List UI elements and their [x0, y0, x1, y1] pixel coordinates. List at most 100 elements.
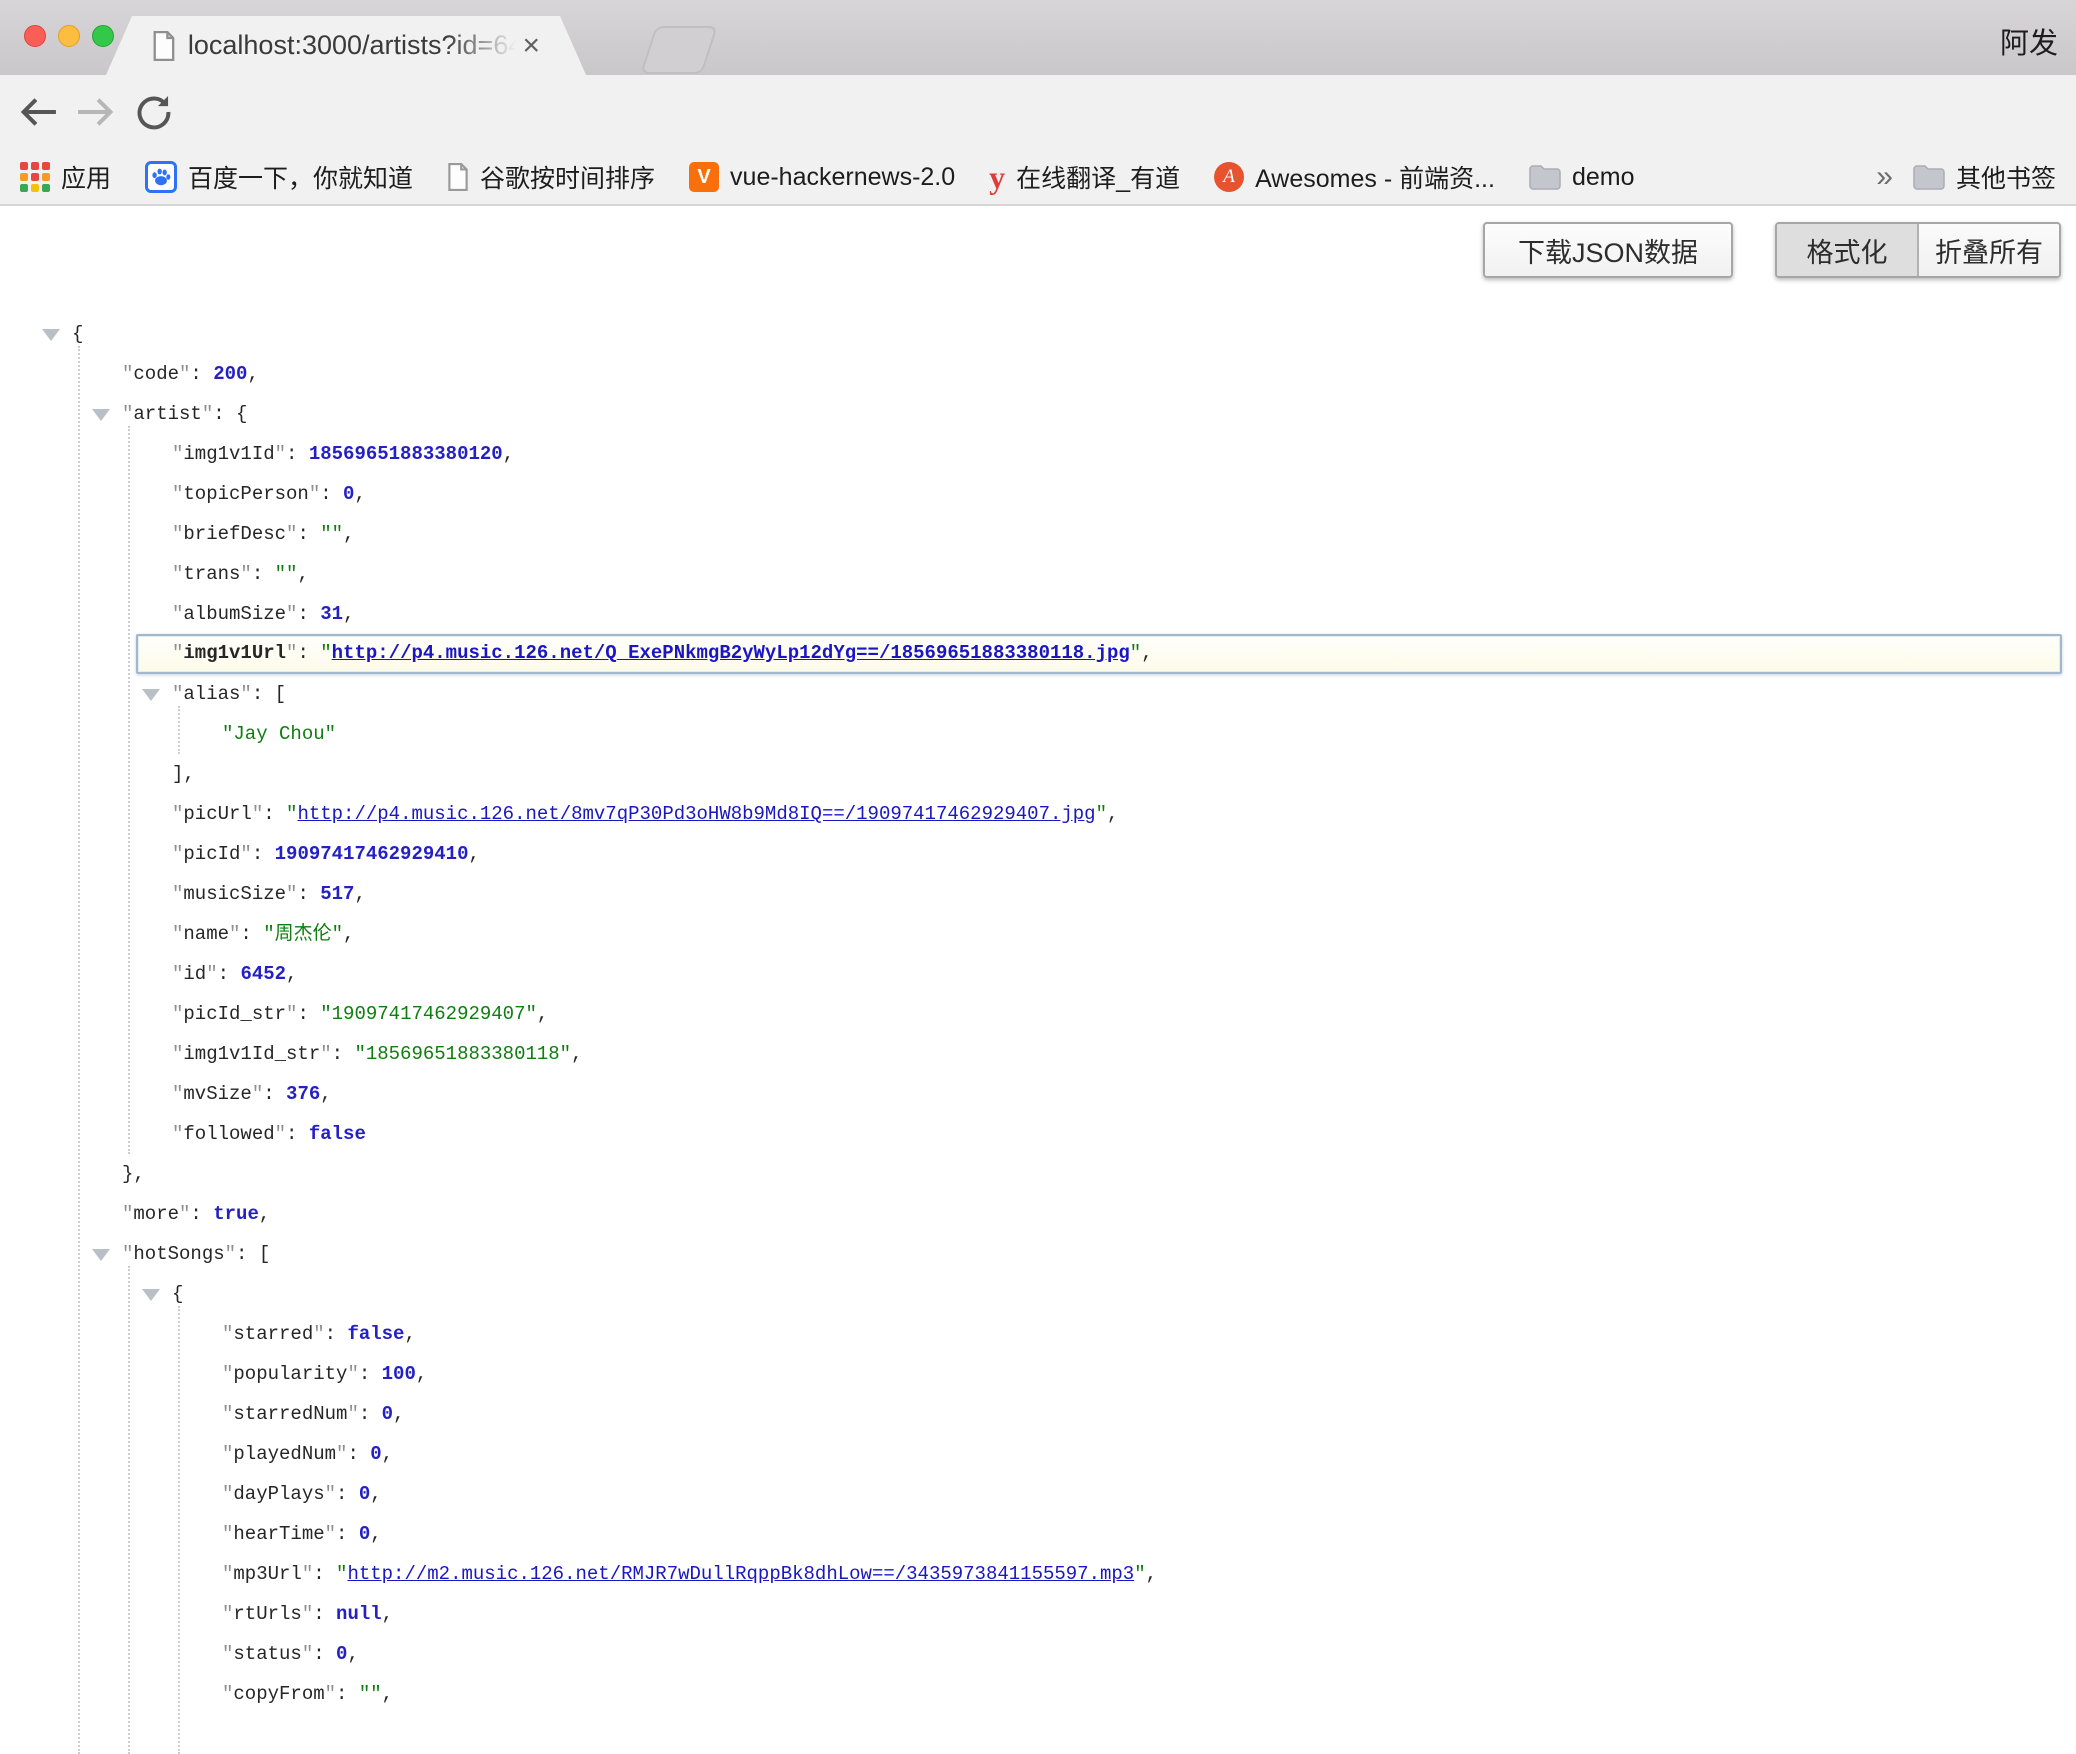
json-row: }, [0, 1154, 2076, 1194]
bookmark-label: Awesomes - 前端资... [1255, 159, 1495, 195]
json-string-value: "" [320, 523, 343, 545]
json-key: followed [183, 1123, 274, 1145]
json-row: "alias": [ [0, 674, 2076, 714]
navigation-toolbar: localhost:3000/artists?id=6452 ☆ 英en FE [0, 75, 2076, 150]
json-row: "picId": 19097417462929410, [0, 834, 2076, 874]
page-icon [447, 163, 469, 191]
titlebar: localhost:3000/artists?id=645 × 阿发 [0, 0, 2076, 75]
json-key: code [133, 363, 179, 385]
bookmark-item[interactable]: 百度一下，你就知道 [145, 159, 413, 195]
json-row: "more": true, [0, 1194, 2076, 1234]
apps-grid-icon [20, 162, 50, 192]
json-row: "playedNum": 0, [0, 1434, 2076, 1474]
json-number-value: false [309, 1123, 366, 1145]
awesomes-a-icon: A [1214, 162, 1244, 192]
new-tab-button[interactable] [640, 26, 718, 74]
json-row: "copyFrom": "", [0, 1674, 2076, 1714]
json-key: starredNum [233, 1403, 347, 1425]
json-number-value: 19097417462929410 [275, 843, 469, 865]
json-string-value: "Jay Chou" [222, 723, 336, 745]
json-row: "starredNum": 0, [0, 1394, 2076, 1434]
browser-tab[interactable]: localhost:3000/artists?id=645 × [106, 16, 586, 75]
json-row: "hearTime": 0, [0, 1514, 2076, 1554]
json-key: status [233, 1643, 301, 1665]
json-key: dayPlays [233, 1483, 324, 1505]
bookmarks-bar: 应用 百度一下，你就知道 谷歌按时间排序 Vvue-hackernews-2.0 y… [0, 150, 2076, 206]
json-string-value: "周杰伦" [263, 923, 343, 945]
json-number-value: 100 [382, 1363, 416, 1385]
bookmark-item[interactable]: A Awesomes - 前端资... [1214, 159, 1495, 195]
json-number-value: 0 [359, 1483, 370, 1505]
json-string-value: "18569651883380118" [354, 1043, 571, 1065]
minimize-window-button[interactable] [58, 25, 80, 47]
bookmark-label: 在线翻译_有道 [1016, 159, 1180, 195]
json-key: hearTime [233, 1523, 324, 1545]
json-row: "mp3Url": "http://m2.music.126.net/RMJR7… [0, 1554, 2076, 1594]
json-url-link[interactable]: http://m2.music.126.net/RMJR7wDullRqppBk… [347, 1563, 1134, 1585]
json-row: "rtUrls": null, [0, 1594, 2076, 1634]
baidu-paw-icon [145, 161, 177, 193]
json-number-value: 6452 [240, 963, 286, 985]
profile-name: 阿发 [2000, 20, 2058, 62]
json-number-value: 0 [359, 1523, 370, 1545]
json-number-value: 200 [213, 363, 247, 385]
back-button[interactable] [16, 89, 62, 135]
json-row: "name": "周杰伦", [0, 914, 2076, 954]
json-number-value: 0 [370, 1443, 381, 1465]
bookmark-item[interactable]: Vvue-hackernews-2.0 [689, 162, 955, 192]
json-url-link[interactable]: http://p4.music.126.net/8mv7qP30Pd3oHW8b… [297, 803, 1095, 825]
json-row: "img1v1Id": 18569651883380120, [0, 434, 2076, 474]
json-key: img1v1Id [183, 443, 274, 465]
json-string-value: "" [359, 1683, 382, 1705]
json-row: "id": 6452, [0, 954, 2076, 994]
browser-window: localhost:3000/artists?id=645 × 阿发 local… [0, 0, 2076, 1754]
close-window-button[interactable] [24, 25, 46, 47]
json-row: ], [0, 754, 2076, 794]
youdao-y-icon: y [989, 161, 1005, 193]
json-key: id [183, 963, 206, 985]
json-number-value: 376 [286, 1083, 320, 1105]
other-bookmarks-folder[interactable]: 其他书签 [1913, 159, 2056, 195]
json-row: "popularity": 100, [0, 1354, 2076, 1394]
json-number-value: 0 [343, 483, 354, 505]
json-row: "dayPlays": 0, [0, 1474, 2076, 1514]
folder-icon [1529, 164, 1561, 190]
bookmark-label: vue-hackernews-2.0 [730, 163, 955, 192]
tab-title: localhost:3000/artists?id=645 [188, 30, 517, 60]
json-row: "topicPerson": 0, [0, 474, 2076, 514]
json-number-value: false [347, 1323, 404, 1345]
json-row: "albumSize": 31, [0, 594, 2076, 634]
json-number-value: true [213, 1203, 259, 1225]
bookmark-item[interactable]: 谷歌按时间排序 [447, 159, 655, 195]
json-key: picId_str [183, 1003, 286, 1025]
json-key: rtUrls [233, 1603, 301, 1625]
forward-button[interactable] [72, 89, 118, 135]
json-url-link[interactable]: http://p4.music.126.net/Q_ExePNkmgB2yWyL… [332, 642, 1130, 664]
json-key: albumSize [183, 603, 286, 625]
json-row: "code": 200, [0, 354, 2076, 394]
json-key: name [183, 923, 229, 945]
json-key: briefDesc [183, 523, 286, 545]
json-row: "trans": "", [0, 554, 2076, 594]
json-key: picId [183, 843, 240, 865]
json-number-value: 0 [382, 1403, 393, 1425]
json-row: { [0, 314, 2076, 354]
json-row: "status": 0, [0, 1634, 2076, 1674]
bookmark-label: 百度一下，你就知道 [188, 159, 413, 195]
reload-button[interactable] [130, 89, 176, 135]
json-row: "starred": false, [0, 1314, 2076, 1354]
folder-icon [1913, 164, 1945, 190]
json-key: img1v1Id_str [183, 1043, 320, 1065]
json-key: musicSize [183, 883, 286, 905]
json-row: { [0, 1274, 2076, 1314]
bookmark-item[interactable]: 应用 [20, 159, 111, 195]
zoom-window-button[interactable] [92, 25, 114, 47]
json-row-selected: "img1v1Url": "http://p4.music.126.net/Q_… [0, 634, 2076, 674]
json-number-value: null [336, 1603, 382, 1625]
bookmark-item[interactable]: demo [1529, 163, 1635, 192]
json-key: artist [133, 403, 201, 425]
tab-close-icon[interactable]: × [522, 31, 540, 61]
bookmarks-overflow-chevron[interactable]: » [1876, 160, 1893, 194]
json-row: "artist": { [0, 394, 2076, 434]
bookmark-item[interactable]: y 在线翻译_有道 [989, 159, 1180, 195]
